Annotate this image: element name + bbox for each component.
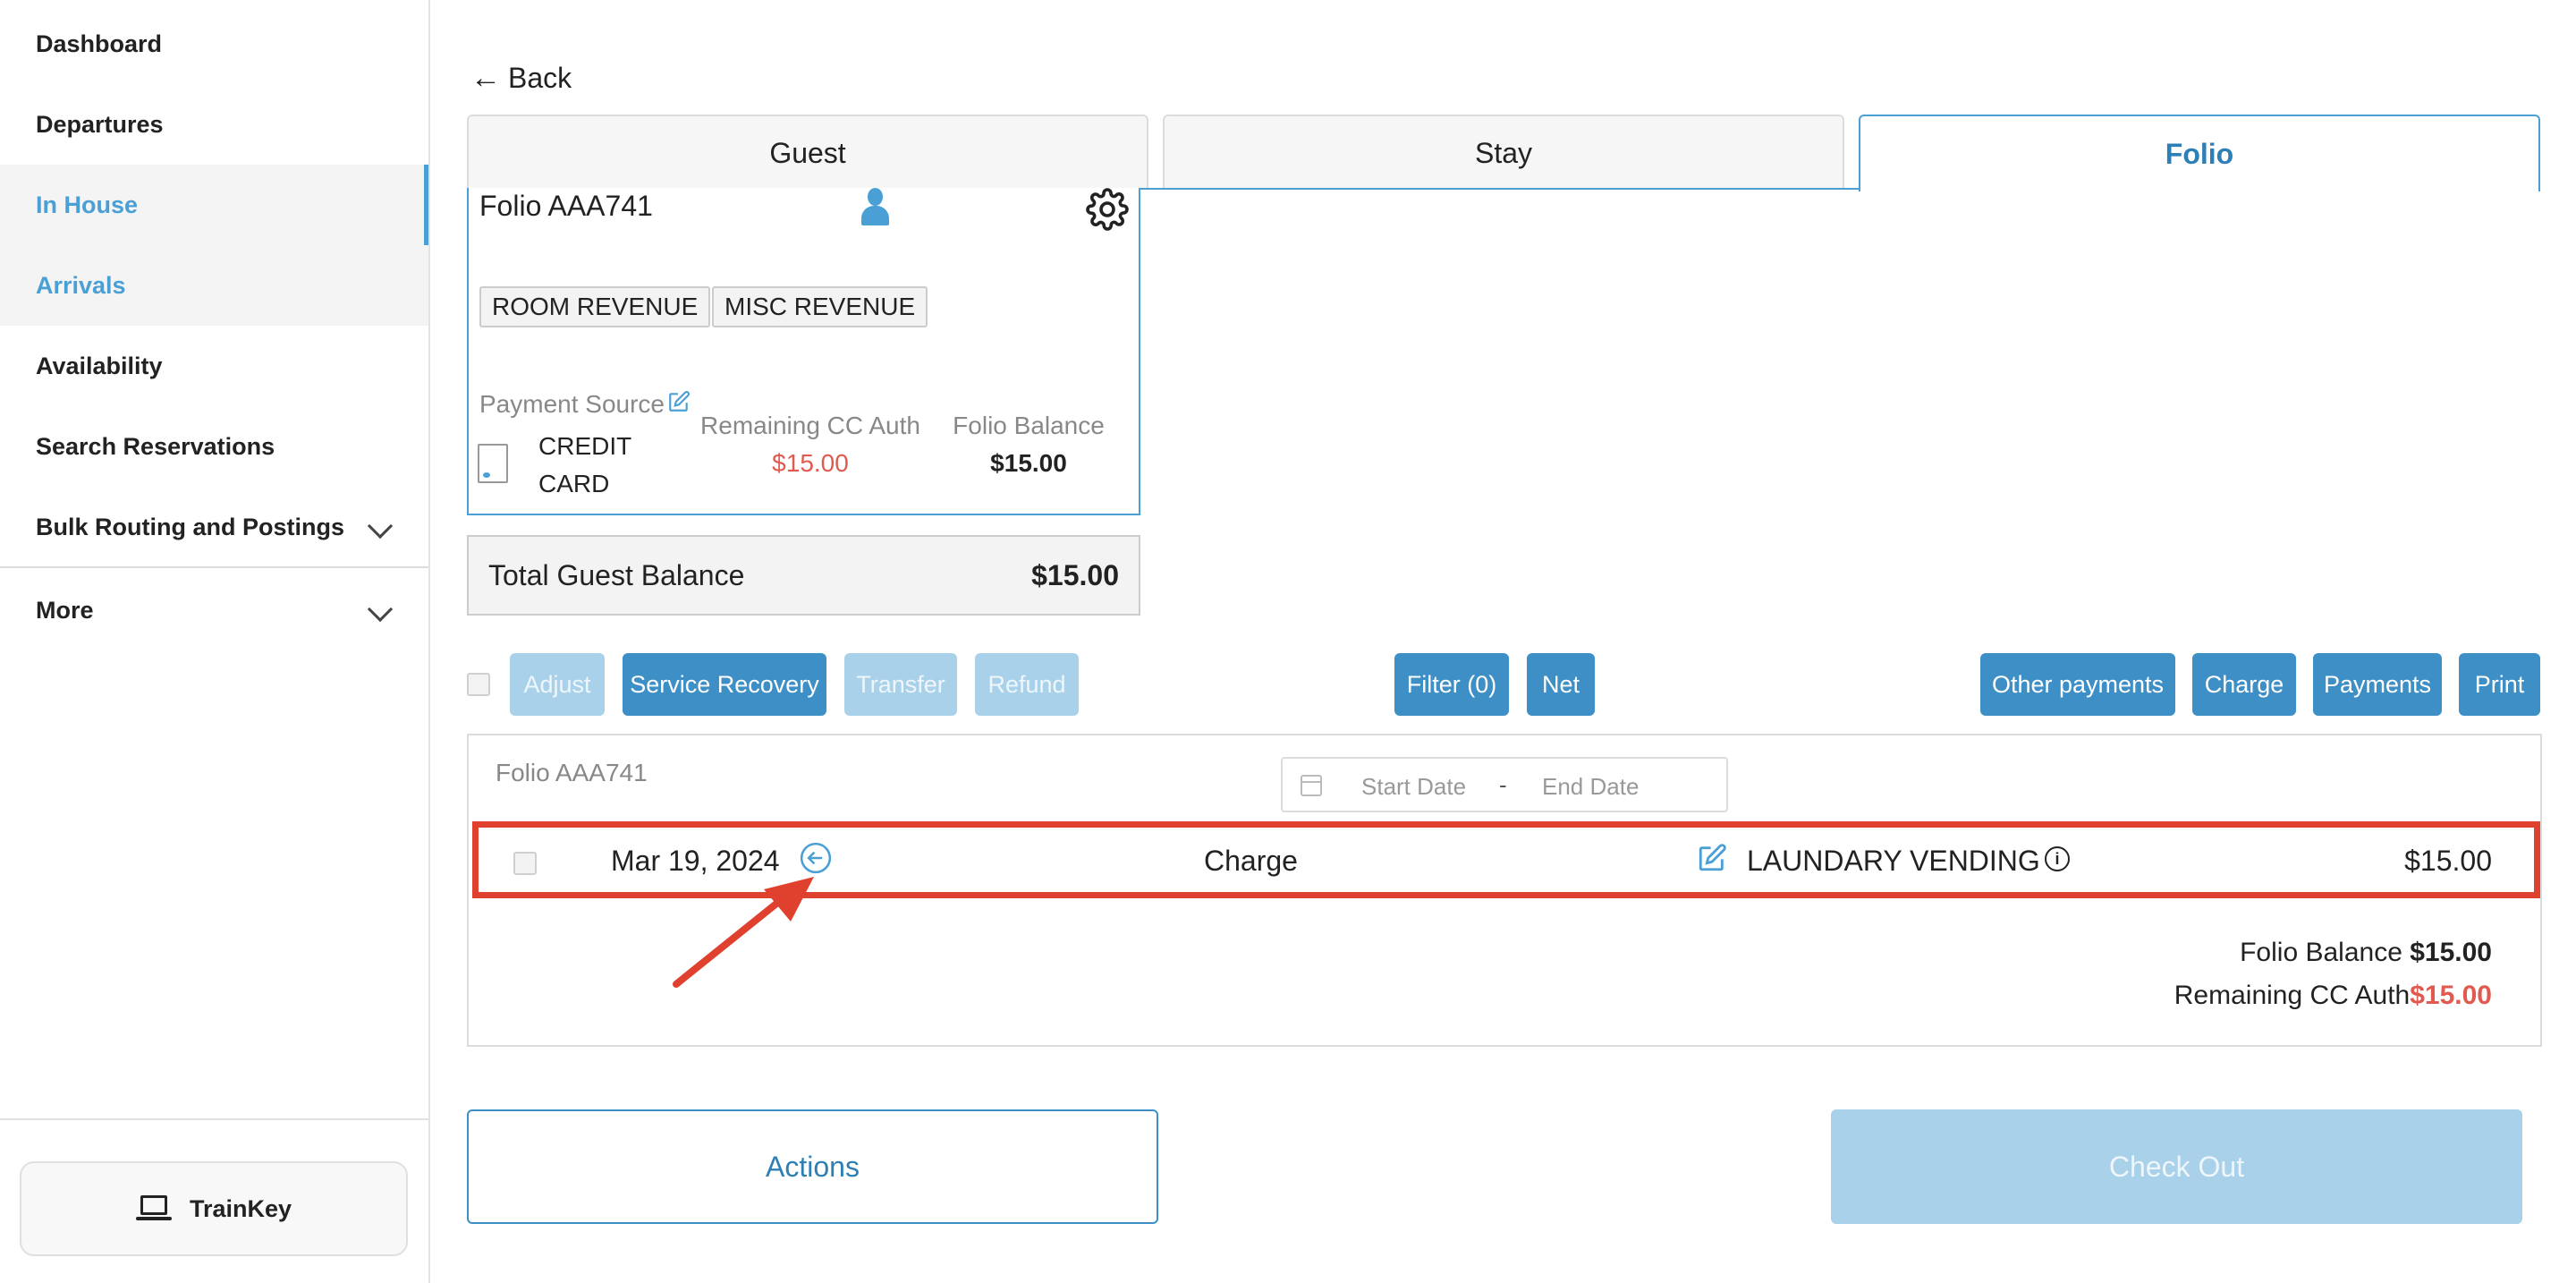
tab-stay[interactable]: Stay <box>1163 115 1844 190</box>
tag-misc-revenue: MISC REVENUE <box>712 286 928 327</box>
arrow-left-icon: ← <box>470 61 501 95</box>
sidebar-item-label: In House <box>36 191 139 218</box>
adjust-button[interactable]: Adjust <box>510 653 605 716</box>
payments-button[interactable]: Payments <box>2313 653 2442 716</box>
tab-label: Folio <box>2165 137 2234 170</box>
back-label: Back <box>508 62 572 94</box>
filter-button[interactable]: Filter (0) <box>1394 653 1509 716</box>
summary-folio-balance-value: $15.00 <box>2410 938 2492 967</box>
sidebar-item-search-reservations[interactable]: Search Reservations <box>0 406 428 487</box>
sidebar-item-more[interactable]: More <box>0 570 428 650</box>
other-payments-button[interactable]: Other payments <box>1980 653 2175 716</box>
ledger-title: Folio AAA741 <box>496 759 648 786</box>
folio-balance-value: $15.00 <box>990 449 1067 477</box>
print-button[interactable]: Print <box>2459 653 2540 716</box>
sidebar-item-label: More <box>36 596 94 624</box>
folio-title: Folio AAA741 <box>479 190 653 222</box>
sidebar-item-label: Search Reservations <box>36 432 275 460</box>
transfer-button[interactable]: Transfer <box>844 653 957 716</box>
tag-room-revenue: ROOM REVENUE <box>479 286 711 327</box>
service-recovery-button[interactable]: Service Recovery <box>623 653 826 716</box>
summary-remaining-cc-auth-label: Remaining CC Auth <box>2174 981 2411 1010</box>
laptop-icon <box>135 1195 172 1222</box>
date-separator: - <box>1499 771 1507 798</box>
folio-balance-label: Folio Balance <box>953 412 1105 439</box>
payment-source-value: CREDIT CARD <box>538 432 631 497</box>
summary-folio-balance: Folio Balance $15.00 <box>2240 938 2492 968</box>
sidebar-item-in-house[interactable]: In House <box>0 165 428 245</box>
sidebar: Dashboard Departures In House Arrivals A… <box>0 0 430 1283</box>
total-guest-balance: Total Guest Balance $15.00 <box>467 535 1140 616</box>
select-all-checkbox[interactable] <box>467 673 490 696</box>
edit-icon[interactable] <box>667 390 691 413</box>
trainkey-label: TrainKey <box>189 1194 292 1222</box>
calendar-icon <box>1301 775 1322 796</box>
gear-icon[interactable] <box>1086 188 1129 231</box>
chevron-down-icon <box>367 513 394 540</box>
start-date-input[interactable]: Start Date <box>1361 773 1466 801</box>
charge-button[interactable]: Charge <box>2192 653 2296 716</box>
remaining-cc-auth-value: $15.00 <box>772 449 849 477</box>
sidebar-item-label: Departures <box>36 110 164 138</box>
tab-folio[interactable]: Folio <box>1859 115 2540 191</box>
chevron-down-icon <box>367 596 394 623</box>
person-icon[interactable] <box>860 188 890 225</box>
remaining-cc-auth-label: Remaining CC Auth <box>700 412 920 439</box>
total-guest-balance-label: Total Guest Balance <box>488 558 745 591</box>
sidebar-item-arrivals[interactable]: Arrivals <box>0 245 428 326</box>
folio-card[interactable]: Folio AAA741 ROOM REVENUE MISC REVENUE P… <box>467 188 1140 515</box>
back-link[interactable]: ← Back <box>470 61 572 96</box>
sidebar-divider <box>0 566 428 568</box>
tab-label: Guest <box>769 136 846 169</box>
tab-guest[interactable]: Guest <box>467 115 1148 190</box>
sidebar-item-label: Dashboard <box>36 30 163 57</box>
sidebar-item-label: Arrivals <box>36 271 126 299</box>
date-range-picker[interactable]: Start Date - End Date <box>1281 757 1728 812</box>
summary-remaining-cc-auth-value: $15.00 <box>2410 981 2492 1010</box>
tab-label: Stay <box>1474 136 1533 169</box>
annotation-highlight-box <box>472 821 2540 898</box>
sidebar-item-availability[interactable]: Availability <box>0 326 428 406</box>
net-button[interactable]: Net <box>1527 653 1595 716</box>
sidebar-item-label: Availability <box>36 352 163 379</box>
sidebar-item-label: Bulk Routing and Postings <box>36 513 344 540</box>
summary-folio-balance-label: Folio Balance <box>2240 938 2402 967</box>
sidebar-item-dashboard[interactable]: Dashboard <box>0 4 428 84</box>
check-out-button[interactable]: Check Out <box>1831 1109 2522 1224</box>
trainkey-button[interactable]: TrainKey <box>20 1161 408 1256</box>
credit-card-image <box>478 444 508 483</box>
summary-remaining-cc-auth: Remaining CC Auth$15.00 <box>2174 981 2492 1011</box>
end-date-input[interactable]: End Date <box>1542 773 1639 801</box>
total-guest-balance-value: $15.00 <box>1031 558 1119 591</box>
actions-button[interactable]: Actions <box>467 1109 1158 1224</box>
payment-source-label: Payment Source <box>479 390 665 418</box>
sidebar-footer: TrainKey <box>0 1118 428 1283</box>
refund-button[interactable]: Refund <box>975 653 1079 716</box>
sidebar-item-bulk-routing[interactable]: Bulk Routing and Postings <box>0 487 428 567</box>
sidebar-item-departures[interactable]: Departures <box>0 84 428 165</box>
